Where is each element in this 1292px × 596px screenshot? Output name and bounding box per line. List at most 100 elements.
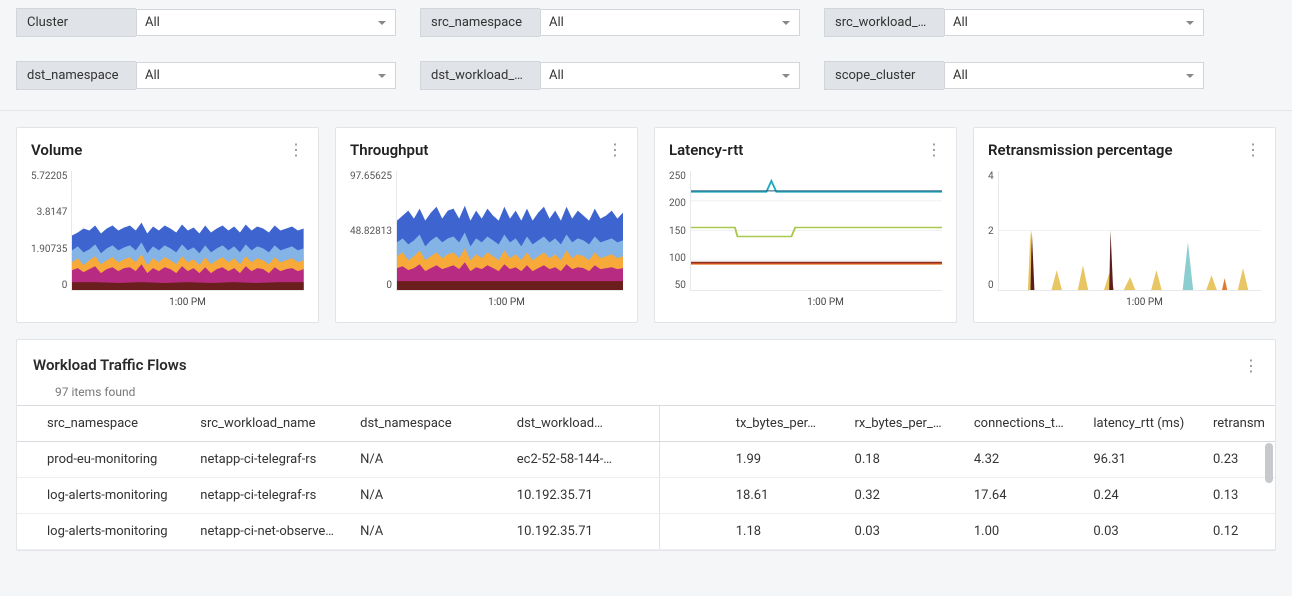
chevron-down-icon (781, 71, 791, 81)
chevron-down-icon (1185, 18, 1195, 28)
filter-src-namespace-label: src_namespace (420, 8, 540, 37)
col-connections[interactable]: connections_t… (960, 406, 1080, 442)
table-row[interactable]: prod-eu-monitoringnetapp-ci-telegraf-rsN… (17, 442, 1275, 478)
cell-dst-workload: 10.192.35.71 (503, 514, 660, 550)
cell-latency-rtt: 0.03 (1079, 514, 1199, 550)
filter-scope-cluster-select[interactable]: All (944, 62, 1204, 89)
filter-dst-workload-label: dst_workload_… (420, 61, 540, 90)
cell-src-namespace: log-alerts-monitoring (17, 478, 186, 514)
volume-x-axis: 1:00 PM (71, 297, 304, 308)
cell-latency-rtt: 0.24 (1079, 478, 1199, 514)
filter-cluster-label: Cluster (16, 8, 136, 37)
filter-dst-namespace-select[interactable]: All (136, 62, 396, 89)
retrans-y-axis: 4 2 0 (988, 171, 998, 291)
cell-rx-bytes: 0.32 (841, 478, 960, 514)
throughput-y-axis: 97.65625 48.82813 0 (350, 171, 396, 291)
cell-connections: 1.00 (960, 514, 1080, 550)
chevron-down-icon (377, 18, 387, 28)
cell-connections: 4.32 (960, 442, 1080, 478)
filter-src-namespace-value: All (549, 15, 564, 30)
throughput-x-axis: 1:00 PM (390, 297, 623, 308)
table-row[interactable]: log-alerts-monitoringnetapp-ci-net-obser… (17, 514, 1275, 550)
chart-cards-row: Volume ⋮ 5.72205 3.8147 1.90735 0 1:00 P… (0, 111, 1292, 339)
col-src-workload-name[interactable]: src_workload_name (186, 406, 346, 442)
filter-scope-cluster-value: All (953, 68, 968, 83)
retrans-x-axis: 1:00 PM (1028, 297, 1261, 308)
filter-src-workload-value: All (953, 15, 968, 30)
chevron-down-icon (1185, 71, 1195, 81)
spacer (660, 442, 722, 478)
throughput-chart (396, 171, 623, 291)
retrans-chart (998, 171, 1261, 291)
traffic-flows-menu[interactable]: ⋮ (1243, 356, 1259, 375)
cell-dst-workload: 10.192.35.71 (503, 478, 660, 514)
volume-card: Volume ⋮ 5.72205 3.8147 1.90735 0 1:00 P… (16, 127, 319, 323)
traffic-flows-table-wrap[interactable]: src_namespace src_workload_name dst_name… (17, 405, 1275, 550)
filter-cluster: Cluster All (16, 8, 396, 37)
col-src-namespace[interactable]: src_namespace (17, 406, 186, 442)
retrans-card-title: Retransmission percentage (988, 141, 1173, 159)
cell-src-workload-name: netapp-ci-telegraf-rs (186, 478, 346, 514)
cell-tx-bytes: 1.18 (722, 514, 841, 550)
traffic-flows-table: src_namespace src_workload_name dst_name… (17, 405, 1275, 550)
filter-dst-workload-value: All (549, 68, 564, 83)
cell-rx-bytes: 0.03 (841, 514, 960, 550)
filter-src-namespace-select[interactable]: All (540, 9, 800, 36)
cell-dst-namespace: N/A (346, 478, 503, 514)
latency-card: Latency-rtt ⋮ 250 200 150 100 50 (654, 127, 957, 323)
latency-card-menu[interactable]: ⋮ (926, 140, 942, 159)
col-tx-bytes[interactable]: tx_bytes_per… (722, 406, 841, 442)
filter-src-workload-select[interactable]: All (944, 9, 1204, 36)
chevron-down-icon (781, 18, 791, 28)
filter-cluster-select[interactable]: All (136, 9, 396, 36)
latency-y-axis: 250 200 150 100 50 (669, 171, 690, 291)
cell-src-workload-name: netapp-ci-net-observe… (186, 514, 346, 550)
cell-src-namespace: prod-eu-monitoring (17, 442, 186, 478)
table-row[interactable]: log-alerts-monitoringnetapp-ci-telegraf-… (17, 478, 1275, 514)
col-dst-workload[interactable]: dst_workload… (503, 406, 660, 442)
throughput-card-menu[interactable]: ⋮ (607, 140, 623, 159)
volume-chart (71, 171, 304, 291)
latency-card-title: Latency-rtt (669, 141, 743, 159)
filter-src-workload-label: src_workload_… (824, 8, 944, 37)
filter-scope-cluster-label: scope_cluster (824, 61, 944, 90)
cell-src-workload-name: netapp-ci-telegraf-rs (186, 442, 346, 478)
filter-dst-workload-select[interactable]: All (540, 62, 800, 89)
cell-connections: 17.64 (960, 478, 1080, 514)
traffic-flows-card: Workload Traffic Flows ⋮ 97 items found … (16, 339, 1276, 551)
filter-dst-namespace: dst_namespace All (16, 61, 396, 90)
retrans-card-menu[interactable]: ⋮ (1245, 140, 1261, 159)
cell-retrans: 0.12 (1199, 514, 1275, 550)
cell-retrans: 0.13 (1199, 478, 1275, 514)
cell-retrans: 0.23 (1199, 442, 1275, 478)
retrans-card: Retransmission percentage ⋮ 4 2 0 (973, 127, 1276, 323)
spacer (660, 406, 722, 442)
filter-dst-workload: dst_workload_… All (420, 61, 800, 90)
filter-cluster-value: All (145, 15, 160, 30)
items-found-label: 97 items found (17, 385, 1275, 405)
filter-src-workload: src_workload_… All (824, 8, 1204, 37)
spacer (660, 514, 722, 550)
col-latency-rtt[interactable]: latency_rtt (ms) (1079, 406, 1199, 442)
volume-card-title: Volume (31, 141, 82, 159)
throughput-card: Throughput ⋮ 97.65625 48.82813 0 1:00 PM (335, 127, 638, 323)
volume-card-menu[interactable]: ⋮ (288, 140, 304, 159)
cell-src-namespace: log-alerts-monitoring (17, 514, 186, 550)
filter-scope-cluster: scope_cluster All (824, 61, 1204, 90)
throughput-card-title: Throughput (350, 141, 428, 159)
col-rx-bytes[interactable]: rx_bytes_per_… (841, 406, 960, 442)
table-header-row: src_namespace src_workload_name dst_name… (17, 406, 1275, 442)
filter-dst-namespace-label: dst_namespace (16, 61, 136, 90)
traffic-flows-title: Workload Traffic Flows (33, 356, 187, 375)
spacer (660, 478, 722, 514)
cell-dst-workload: ec2-52-58-144-… (503, 442, 660, 478)
col-retrans[interactable]: retransm (1199, 406, 1275, 442)
cell-rx-bytes: 0.18 (841, 442, 960, 478)
cell-dst-namespace: N/A (346, 442, 503, 478)
col-dst-namespace[interactable]: dst_namespace (346, 406, 503, 442)
cell-latency-rtt: 96.31 (1079, 442, 1199, 478)
filter-src-namespace: src_namespace All (420, 8, 800, 37)
cell-tx-bytes: 18.61 (722, 478, 841, 514)
table-scrollbar-thumb[interactable] (1265, 443, 1273, 483)
cell-dst-namespace: N/A (346, 514, 503, 550)
